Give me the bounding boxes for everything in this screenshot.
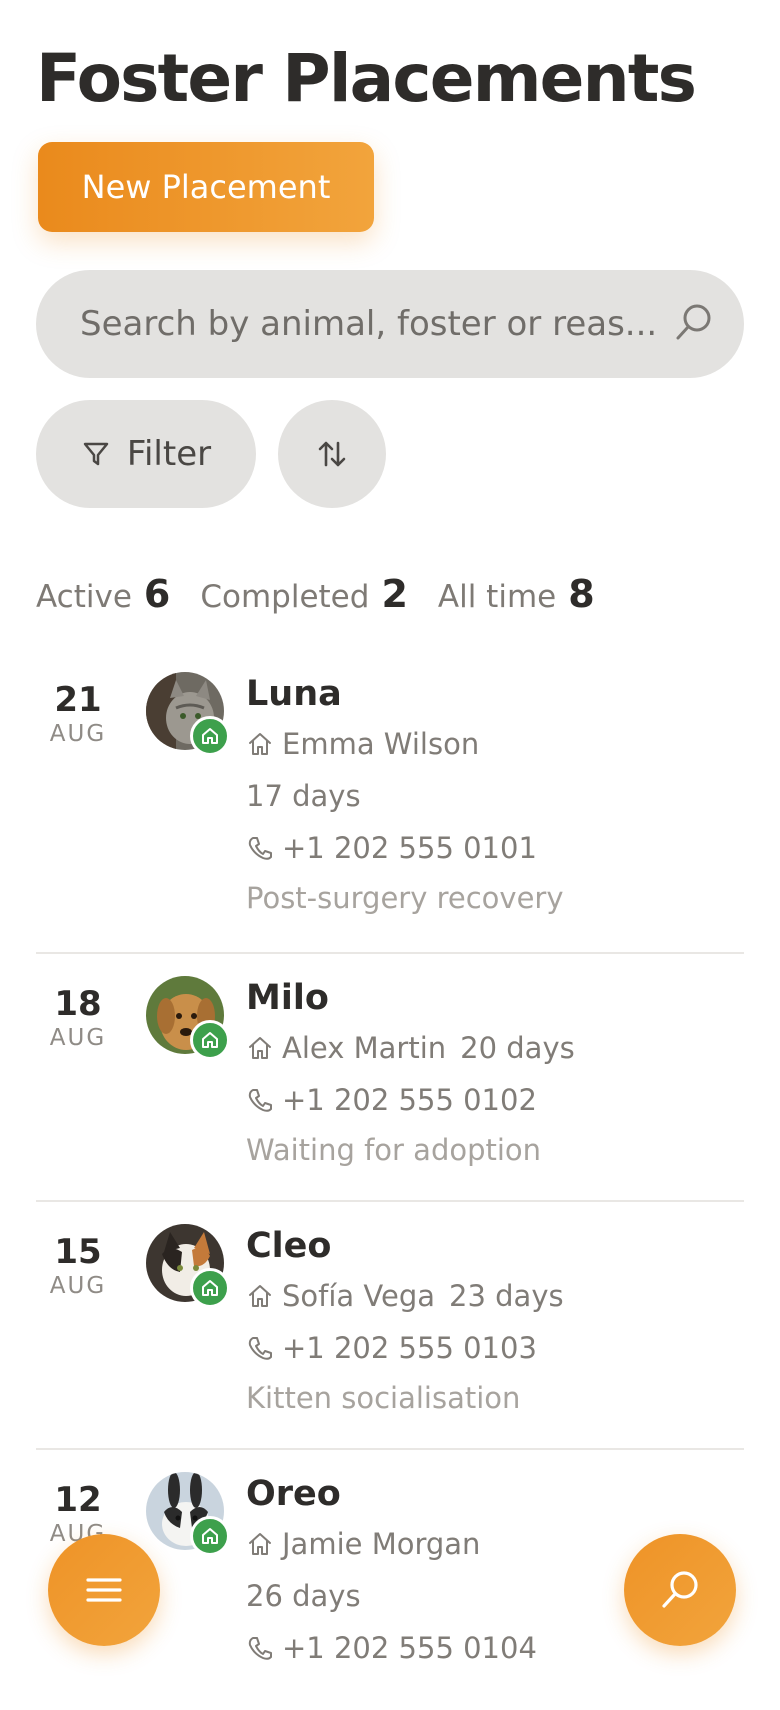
- foster-name: Jamie Morgan: [282, 1527, 481, 1561]
- placement-reason: Kitten socialisation: [246, 1381, 521, 1415]
- avatar: [146, 1224, 230, 1308]
- filter-button[interactable]: Filter: [36, 400, 256, 508]
- home-status-badge: [190, 716, 230, 756]
- foster-line: Emma Wilson: [246, 726, 744, 762]
- placement-row[interactable]: 21 AUG Luna Emma Wilson 17 days +1 202 5…: [36, 650, 744, 954]
- avatar: [146, 672, 230, 756]
- home-icon: [249, 1533, 271, 1555]
- placement-info: Milo Alex Martin 20 days +1 202 555 0102…: [246, 976, 744, 1168]
- home-icon: [249, 733, 271, 755]
- phone-icon: [248, 1637, 272, 1660]
- stat-active-value: 6: [143, 572, 171, 616]
- home-icon: [202, 728, 218, 744]
- date-day: 21: [54, 680, 102, 720]
- sort-arrows-icon: [318, 441, 346, 467]
- stat-all-time-label: All time: [437, 579, 557, 615]
- search-icon: [662, 1571, 698, 1608]
- foster-placements-screen: Foster Placements New Placement Search b…: [0, 0, 780, 1688]
- search-icon[interactable]: [672, 300, 716, 344]
- avatar: [146, 976, 230, 1060]
- animal-name: Milo: [246, 978, 329, 1018]
- phone-line: +1 202 555 0102: [246, 1082, 744, 1118]
- sort-button[interactable]: [278, 400, 386, 508]
- foster-line: Alex Martin 20 days: [246, 1030, 744, 1066]
- date-day: 12: [54, 1480, 102, 1520]
- foster-name: Emma Wilson: [282, 727, 480, 761]
- placement-info: Cleo Sofía Vega 23 days +1 202 555 0103 …: [246, 1224, 744, 1416]
- home-status-badge: [190, 1516, 230, 1556]
- phone-icon: [248, 1337, 272, 1360]
- home-icon: [249, 1037, 271, 1059]
- placement-row[interactable]: 18 AUG Milo Alex Martin 20 days +1 202 5…: [36, 954, 744, 1202]
- placement-row[interactable]: 15 AUG Cleo Sofía Vega 23 days +1 202 55…: [36, 1202, 744, 1450]
- home-status-badge: [190, 1268, 230, 1308]
- filter-label: Filter: [126, 434, 212, 474]
- placement-date: 15 AUG: [36, 1232, 120, 1300]
- placement-reason: Post-surgery recovery: [246, 881, 564, 915]
- avatar: [146, 1472, 230, 1556]
- home-icon: [202, 1032, 218, 1048]
- phone-number[interactable]: +1 202 555 0101: [282, 830, 537, 866]
- placement-reason: Waiting for adoption: [246, 1133, 542, 1167]
- search-fab-button[interactable]: [624, 1534, 736, 1646]
- date-month: AUG: [49, 1025, 107, 1051]
- placement-date: 21 AUG: [36, 680, 120, 748]
- phone-line: +1 202 555 0103: [246, 1330, 744, 1366]
- page-title: Foster Placements: [36, 40, 697, 117]
- home-icon: [202, 1528, 218, 1544]
- menu-fab-button[interactable]: [48, 1534, 160, 1646]
- placement-date: 18 AUG: [36, 984, 120, 1052]
- foster-name: Alex Martin: [282, 1031, 447, 1065]
- new-placement-button[interactable]: New Placement: [38, 142, 374, 232]
- date-month: AUG: [49, 721, 107, 747]
- animal-name: Luna: [246, 674, 342, 714]
- stat-active-label: Active: [36, 579, 132, 615]
- funnel-icon: [83, 442, 109, 466]
- menu-icon: [86, 1578, 122, 1602]
- placement-info: Luna Emma Wilson 17 days +1 202 555 0101…: [246, 672, 744, 916]
- duration: 20 days: [460, 1031, 575, 1065]
- foster-line: Sofía Vega 23 days: [246, 1278, 744, 1314]
- home-icon: [202, 1280, 218, 1296]
- stat-completed-label: Completed: [200, 579, 370, 615]
- date-day: 15: [54, 1232, 102, 1272]
- phone-number[interactable]: +1 202 555 0102: [282, 1082, 537, 1118]
- date-day: 18: [54, 984, 102, 1024]
- foster-name: Sofía Vega: [282, 1279, 436, 1313]
- phone-number[interactable]: +1 202 555 0103: [282, 1330, 537, 1366]
- stat-completed-value: 2: [381, 572, 408, 616]
- search-input[interactable]: Search by animal, foster or reas...: [80, 270, 660, 378]
- home-icon: [249, 1285, 271, 1307]
- duration: 17 days: [246, 779, 361, 813]
- phone-line: +1 202 555 0101: [246, 830, 744, 866]
- duration: 26 days: [246, 1579, 361, 1613]
- date-month: AUG: [49, 1273, 107, 1299]
- animal-name: Oreo: [246, 1474, 341, 1514]
- animal-name: Cleo: [246, 1226, 332, 1266]
- stat-all-time-value: 8: [568, 572, 595, 616]
- home-status-badge: [190, 1020, 230, 1060]
- phone-icon: [248, 1089, 272, 1112]
- phone-number[interactable]: +1 202 555 0104: [282, 1630, 537, 1666]
- duration-line: 17 days: [246, 778, 744, 814]
- search-bar[interactable]: Search by animal, foster or reas...: [36, 270, 744, 378]
- phone-icon: [248, 837, 272, 860]
- duration: 23 days: [449, 1279, 564, 1313]
- placement-stats: Active 6 Completed 2 All time 8: [36, 572, 625, 616]
